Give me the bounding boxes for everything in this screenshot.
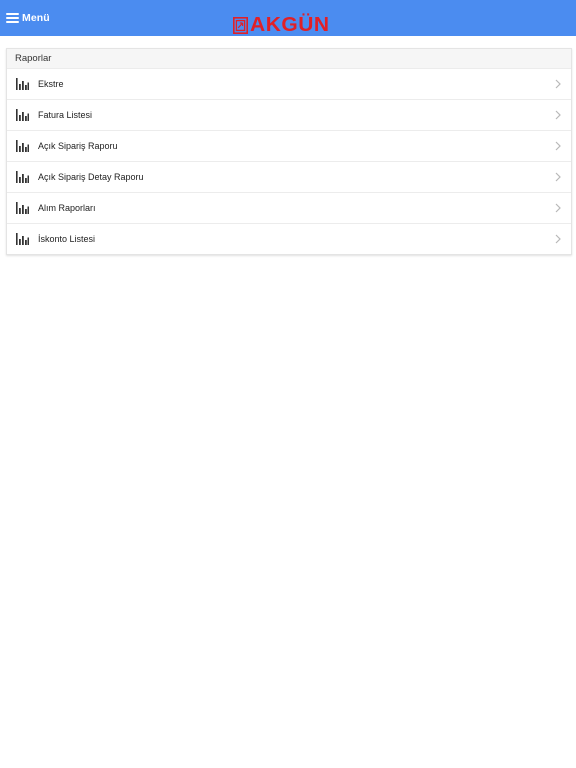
logo-mark-icon <box>233 17 248 34</box>
chevron-right-icon <box>555 79 561 89</box>
chevron-right-icon <box>555 172 561 182</box>
top-bar: Menü AKGÜN <box>0 0 576 36</box>
report-item-iskonto-listesi[interactable]: İskonto Listesi <box>7 224 571 254</box>
bar-chart-icon <box>16 78 29 90</box>
report-item-label: Ekstre <box>38 79 64 89</box>
report-item-label: Açık Sipariş Raporu <box>38 141 118 151</box>
chevron-right-icon <box>555 203 561 213</box>
report-item-alim-raporlari[interactable]: Alım Raporları <box>7 193 571 224</box>
bar-chart-icon <box>16 109 29 121</box>
bar-chart-icon <box>16 140 29 152</box>
report-item-acik-siparis-detay-raporu[interactable]: Açık Sipariş Detay Raporu <box>7 162 571 193</box>
report-item-label: Alım Raporları <box>38 203 96 213</box>
akgun-logo: AKGÜN <box>233 15 329 36</box>
report-item-label: İskonto Listesi <box>38 234 96 244</box>
panel-title: Raporlar <box>7 49 571 69</box>
hamburger-icon <box>6 13 19 23</box>
chevron-right-icon <box>555 141 561 151</box>
bar-chart-icon <box>16 202 29 214</box>
chevron-right-icon <box>555 234 561 244</box>
logo-text: AKGÜN <box>250 14 330 36</box>
menu-label: Menü <box>22 12 50 24</box>
bar-chart-icon <box>16 171 29 183</box>
report-item-label: Fatura Listesi <box>38 110 93 120</box>
report-item-label: Açık Sipariş Detay Raporu <box>38 172 144 182</box>
report-item-acik-siparis-raporu[interactable]: Açık Sipariş Raporu <box>7 131 571 162</box>
bar-chart-icon <box>16 233 29 245</box>
report-item-fatura-listesi[interactable]: Fatura Listesi <box>7 100 571 131</box>
reports-panel: Raporlar Ekstre Fatura Listesi Açık Sipa… <box>6 48 572 255</box>
menu-button[interactable]: Menü <box>6 0 50 36</box>
report-item-ekstre[interactable]: Ekstre <box>7 69 571 100</box>
chevron-right-icon <box>555 110 561 120</box>
